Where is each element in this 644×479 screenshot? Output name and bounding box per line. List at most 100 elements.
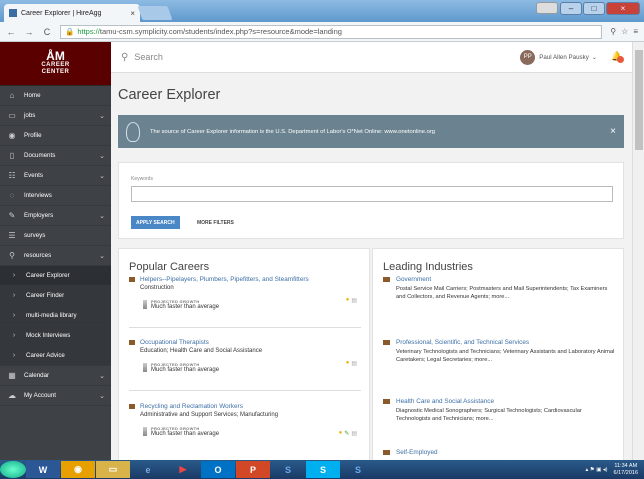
scrollbar-thumb[interactable]	[635, 50, 643, 150]
sidebar-item-mock-interviews[interactable]: › Mock Interviews	[0, 326, 111, 346]
industry-icon	[383, 399, 390, 404]
menu-icon[interactable]: ≡	[633, 27, 638, 36]
growth-value: Much faster than average	[151, 303, 220, 310]
sidebar-item-calendar[interactable]: ▦ Calendar ⌄	[0, 366, 111, 386]
tab-close-icon[interactable]: ×	[130, 9, 135, 18]
chrome-icon[interactable]: ◉	[61, 461, 95, 478]
tab-title: Career Explorer | HireAgg	[21, 9, 102, 17]
start-button[interactable]	[0, 461, 26, 478]
sidebar-item-career-advice[interactable]: › Career Advice	[0, 346, 111, 366]
search-icon[interactable]: ⚲	[121, 52, 128, 63]
word-icon[interactable]: W	[26, 461, 60, 478]
career-title-link[interactable]: Occupational Therapists	[129, 339, 361, 346]
sidebar-item-employers[interactable]: ✎ Employers ⌄	[0, 206, 111, 226]
clock[interactable]: 11:34 AM 6/17/2016	[614, 463, 638, 477]
sidebar: ÅM CAREER CENTER ⌂ Home ▭ jobs ⌄ ◉ Profile ▯ Doc…	[0, 42, 111, 460]
zoom-icon[interactable]: ⚲	[610, 27, 616, 36]
outlook-icon[interactable]: O	[201, 461, 235, 478]
sidebar-item-my-account[interactable]: ☁ My Account ⌄	[0, 386, 111, 406]
skype-icon[interactable]: S	[306, 461, 340, 478]
industry-occupations: Veterinary Technologists and Technicians…	[396, 349, 615, 363]
s-app-icon[interactable]: S	[271, 461, 305, 478]
logo-line-1: CAREER	[41, 62, 70, 68]
growth-gauge-icon	[143, 362, 147, 372]
global-search-input[interactable]: Search	[134, 52, 520, 62]
apprenticeship-icon: ▤	[351, 361, 357, 367]
interviews-icon: ◌	[9, 191, 15, 200]
growth-gauge-icon	[143, 426, 147, 436]
home-icon: ⌂	[9, 91, 15, 100]
chevron-right-icon: ›	[12, 272, 16, 279]
sidebar-item-career-finder[interactable]: › Career Finder	[0, 286, 111, 306]
sidebar-item-resources[interactable]: ⚲ resources ⌄	[0, 246, 111, 266]
sidebar-item-multi-media-library[interactable]: › multi-media library	[0, 306, 111, 326]
address-bar: ← → C 🔒 https:// tamu-csm.symplicity.com…	[0, 22, 644, 42]
industry-title-link[interactable]: Professional, Scientific, and Technical …	[383, 339, 615, 346]
new-tab-button[interactable]	[137, 6, 173, 20]
sidebar-item-home[interactable]: ⌂ Home	[0, 86, 111, 106]
industry-title: Health Care and Social Assistance	[396, 398, 495, 405]
close-window-icon[interactable]: ×	[606, 2, 640, 15]
bright-outlook-icon: ●	[345, 360, 350, 366]
career-title-link[interactable]: Recycling and Reclamation Workers	[129, 403, 361, 410]
star-icon[interactable]: ☆	[621, 27, 628, 36]
sidebar-item-label: Events	[24, 172, 43, 179]
chevron-down-icon: ⌄	[99, 152, 105, 160]
notifications-bell-icon[interactable]: 🔔	[611, 51, 624, 63]
chevron-down-icon: ⌄	[99, 252, 105, 260]
sidebar-item-surveys[interactable]: ☰ surveys	[0, 226, 111, 246]
industry-title-link[interactable]: Health Care and Social Assistance	[383, 398, 615, 405]
sidebar-nav: ⌂ Home ▭ jobs ⌄ ◉ Profile ▯ Documents ⌄ ☷ Events ⌄ ◌ I…	[0, 86, 111, 406]
apply-search-button[interactable]: APPLY SEARCH	[131, 216, 180, 229]
career-category: Construction	[140, 285, 174, 291]
internet-explorer-icon[interactable]: e	[131, 461, 165, 478]
windows-taskbar: W ◉ ▭ e ▶ O P S S S ▴ ⚑ ▣ ◂) 11:34 AM 6/…	[0, 460, 644, 479]
keywords-input[interactable]	[131, 186, 613, 202]
sidebar-item-jobs[interactable]: ▭ jobs ⌄	[0, 106, 111, 126]
forward-icon[interactable]: →	[24, 27, 34, 37]
career-center-logo[interactable]: ÅM CAREER CENTER	[0, 42, 111, 86]
popular-careers-panel: Popular Careers Helpers--Pipelayers, Plu…	[118, 248, 370, 460]
browser-tab[interactable]: Career Explorer | HireAgg ×	[4, 4, 140, 22]
career-badges: ● ▤	[346, 297, 357, 304]
tray-icons[interactable]: ▴ ⚑ ▣ ◂)	[585, 467, 607, 473]
close-banner-icon[interactable]: ×	[610, 126, 616, 137]
media-player-icon[interactable]: ▶	[166, 461, 200, 478]
projected-growth: PROJECTED GROWTH Much faster than average	[143, 362, 361, 373]
avatar[interactable]: PP	[520, 49, 536, 65]
industry-occupations: Diagnostic Medical Sonographers; Surgica…	[396, 408, 582, 422]
system-tray: ▴ ⚑ ▣ ◂) 11:34 AM 6/17/2016	[585, 463, 644, 477]
page-scrollbar[interactable]	[632, 42, 644, 460]
industry-icon	[383, 340, 390, 345]
sidebar-item-label: Mock Interviews	[26, 332, 71, 339]
info-banner: The source of Career Explorer informatio…	[118, 115, 624, 148]
sidebar-item-career-explorer[interactable]: › Career Explorer	[0, 266, 111, 286]
favicon-icon	[9, 9, 17, 17]
account-icon: ☁	[8, 391, 16, 400]
sidebar-item-interviews[interactable]: ◌ Interviews	[0, 186, 111, 206]
profile-button[interactable]	[536, 2, 558, 14]
sidebar-item-label: surveys	[24, 232, 46, 239]
industry-title-link[interactable]: Government	[383, 276, 615, 283]
industry-title-link[interactable]: Self-Employed	[383, 449, 615, 456]
file-explorer-icon[interactable]: ▭	[96, 461, 130, 478]
powerpoint-icon[interactable]: P	[236, 461, 270, 478]
industry-icon	[383, 450, 390, 455]
notification-dot	[617, 56, 624, 63]
career-title: Occupational Therapists	[140, 339, 209, 346]
minimize-icon[interactable]: –	[560, 2, 582, 15]
sidebar-item-events[interactable]: ☷ Events ⌄	[0, 166, 111, 186]
industry-item: Professional, Scientific, and Technical …	[383, 339, 615, 364]
sidebar-item-documents[interactable]: ▯ Documents ⌄	[0, 146, 111, 166]
leading-industries-heading: Leading Industries	[383, 261, 473, 273]
window-controls: – □ ×	[560, 2, 640, 15]
sidebar-item-profile[interactable]: ◉ Profile	[0, 126, 111, 146]
more-filters-link[interactable]: MORE FILTERS	[197, 220, 234, 226]
back-icon[interactable]: ←	[6, 27, 16, 37]
url-field[interactable]: 🔒 https:// tamu-csm.symplicity.com/stude…	[60, 24, 603, 39]
career-title-link[interactable]: Helpers--Pipelayers, Plumbers, Pipefitte…	[129, 276, 361, 283]
maximize-icon[interactable]: □	[583, 2, 605, 15]
user-menu[interactable]: Paul Allen Pausky ⌄	[539, 54, 597, 61]
reload-icon[interactable]: C	[42, 27, 52, 37]
s-app-2-icon[interactable]: S	[341, 461, 375, 478]
